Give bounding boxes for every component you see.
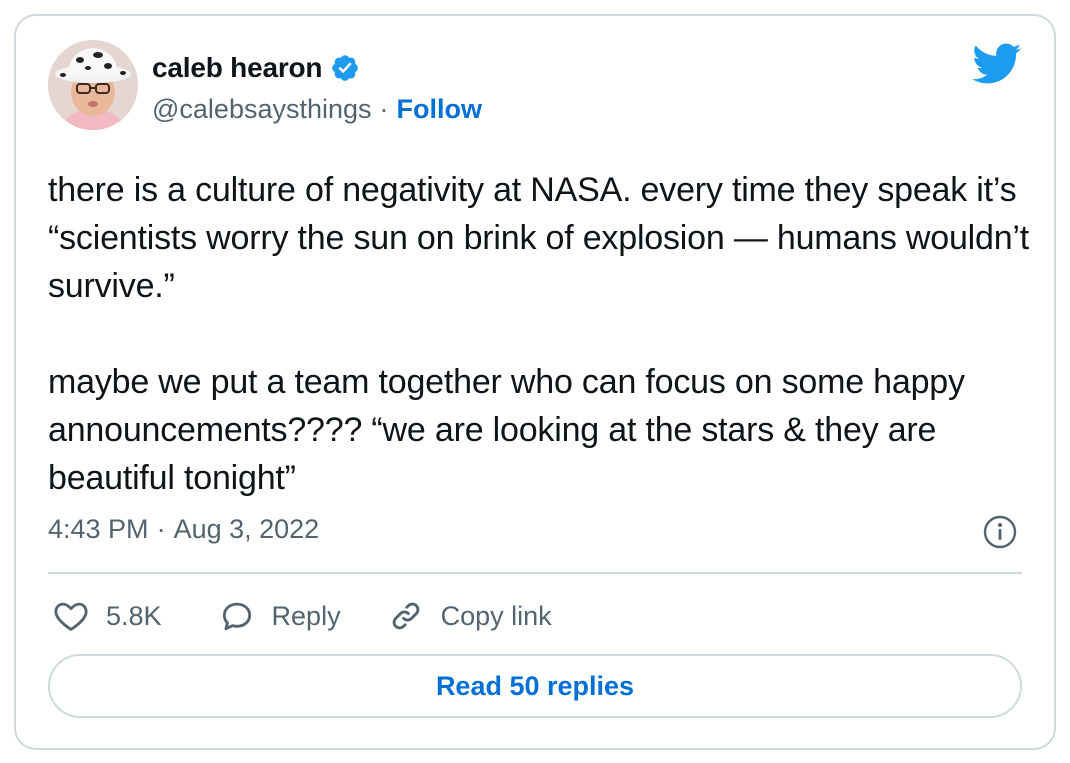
read-replies-button[interactable]: Read 50 replies [48,654,1022,718]
divider [48,572,1022,574]
author-name[interactable]: caleb hearon [152,52,323,84]
reply-button[interactable]: Reply [218,597,341,635]
author-handle-row: @calebsaysthings · Follow [152,94,482,125]
tweet-text: there is a culture of negativity at NASA… [48,166,1038,502]
author-name-row: caleb hearon [152,52,360,84]
tweet-time: 4:43 PM [48,514,149,544]
tweet-timestamp[interactable]: 4:43 PM · Aug 3, 2022 [48,514,319,545]
verified-badge-icon [330,53,360,83]
action-bar: 5.8K Reply Copy link [52,594,552,638]
tweet-paragraph: maybe we put a team together who can foc… [48,363,965,497]
speech-bubble-icon [218,597,256,635]
reply-label: Reply [271,600,341,631]
avatar[interactable] [48,40,138,130]
like-count: 5.8K [106,600,162,631]
copy-link-label: Copy link [440,600,552,631]
like-button[interactable]: 5.8K [52,597,162,635]
link-icon [387,597,425,635]
tweet-card: caleb hearon @calebsaysthings · Follow t… [14,14,1056,750]
heart-icon [52,597,90,635]
timestamp-separator: · [156,514,166,544]
author-handle[interactable]: @calebsaysthings [152,94,372,125]
info-icon[interactable] [982,514,1018,550]
tweet-paragraph: there is a culture of negativity at NASA… [48,171,1030,305]
copy-link-button[interactable]: Copy link [387,597,552,635]
tweet-date: Aug 3, 2022 [173,514,320,544]
follow-button[interactable]: Follow [397,94,482,125]
handle-separator: · [379,94,389,124]
twitter-bird-icon[interactable] [972,42,1022,84]
